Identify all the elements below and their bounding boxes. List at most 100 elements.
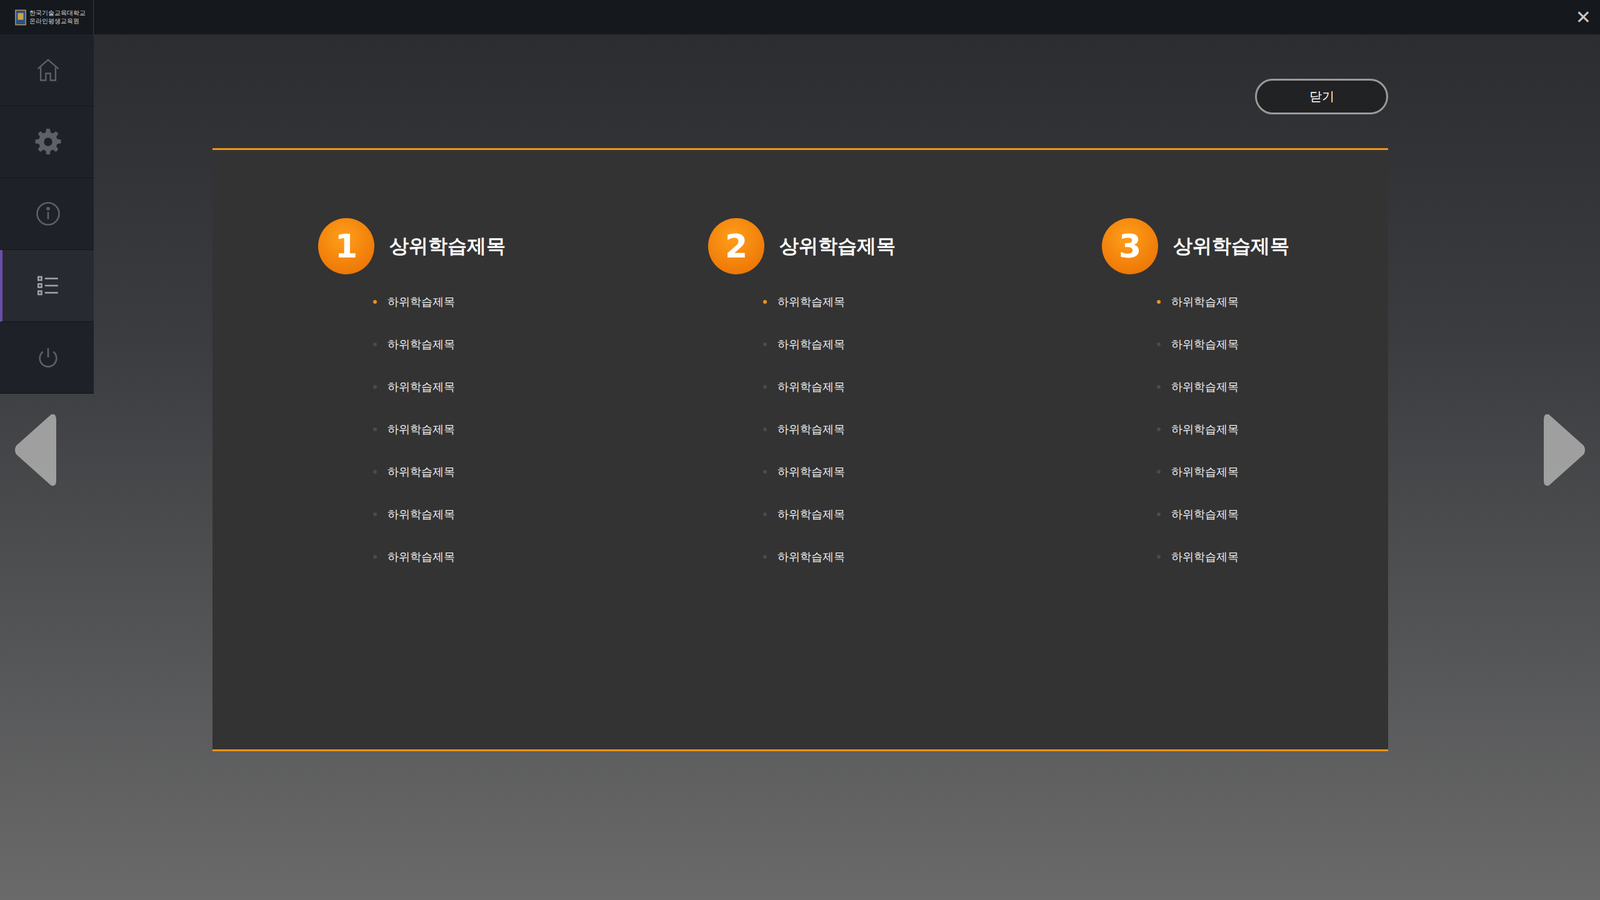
bullet-dot — [373, 300, 377, 304]
lesson-title: 하위학습제목 — [387, 379, 455, 395]
bullet-dot — [763, 427, 767, 432]
bullet-dot — [763, 470, 767, 474]
bullet-dot — [763, 342, 767, 347]
lesson-item[interactable]: 하위학습제목 — [1156, 323, 1389, 366]
lesson-title: 하위학습제목 — [1171, 336, 1239, 352]
section-title: 상위학습제목 — [1173, 233, 1290, 260]
bullet-dot — [1156, 470, 1161, 474]
section-number: 3 — [1101, 218, 1159, 275]
bullet-dot — [763, 300, 767, 304]
lesson-item[interactable]: 하위학습제목 — [1156, 493, 1389, 536]
sidebar-item[interactable] — [0, 178, 94, 250]
contents-area: 닫기 1 상위학습제목 하위학습제목 하위학습제목 하위학습제목 하위학습제목 … — [93, 34, 1600, 900]
section: 1 상위학습제목 하위학습제목 하위학습제목 하위학습제목 하위학습제목 하위학… — [318, 218, 709, 579]
bullet-dot — [1156, 385, 1161, 389]
sidebar-item[interactable] — [0, 106, 94, 179]
bullet-dot — [1156, 555, 1161, 559]
lesson-list: 하위학습제목 하위학습제목 하위학습제목 하위학습제목 하위학습제목 하위학습제… — [1101, 280, 1389, 579]
lesson-item[interactable]: 하위학습제목 — [373, 535, 709, 579]
close-button[interactable]: 닫기 — [1255, 78, 1389, 115]
bullet-dot — [1156, 427, 1161, 432]
logo-line: 온라인평생교육원 — [29, 17, 86, 26]
section-title: 상위학습제목 — [389, 233, 506, 260]
info-icon — [35, 200, 62, 227]
arrow-left-icon — [13, 413, 58, 487]
lesson-title: 하위학습제목 — [387, 464, 455, 480]
lesson-item[interactable]: 하위학습제목 — [763, 408, 1102, 451]
lesson-title: 하위학습제목 — [1171, 379, 1239, 395]
sidebar-item[interactable] — [0, 250, 94, 322]
list-icon — [35, 272, 62, 299]
previous-button[interactable] — [13, 413, 58, 489]
emblem-icon — [15, 9, 27, 26]
section-header[interactable]: 1 상위학습제목 — [318, 218, 709, 275]
viewer-screen: 한국기술교육대학교온라인평생교육원 ✕ 닫기 1 상위학습제목 하위학습제목 하… — [0, 0, 1600, 900]
lesson-title: 하위학습제목 — [777, 464, 845, 480]
bullet-dot — [1156, 300, 1161, 304]
section-title: 상위학습제목 — [779, 233, 896, 260]
home-icon — [34, 56, 62, 84]
lesson-list: 하위학습제목 하위학습제목 하위학습제목 하위학습제목 하위학습제목 하위학습제… — [318, 280, 709, 579]
lesson-item[interactable]: 하위학습제목 — [1156, 450, 1389, 494]
lesson-title: 하위학습제목 — [777, 336, 845, 352]
bullet-dot — [373, 342, 377, 347]
next-button[interactable] — [1542, 413, 1587, 489]
lesson-title: 하위학습제목 — [387, 336, 455, 352]
bullet-dot — [1156, 342, 1161, 347]
section-header[interactable]: 2 상위학습제목 — [708, 218, 1102, 275]
sidebar-item[interactable] — [0, 34, 94, 107]
close-window-button[interactable]: ✕ — [1566, 6, 1600, 29]
lesson-item[interactable]: 하위학습제목 — [1156, 365, 1389, 409]
lesson-title: 하위학습제목 — [1171, 549, 1239, 565]
section: 3 상위학습제목 하위학습제목 하위학습제목 하위학습제목 하위학습제목 하위학… — [1101, 218, 1389, 579]
lesson-item[interactable]: 하위학습제목 — [763, 450, 1102, 494]
lesson-item[interactable]: 하위학습제목 — [1156, 535, 1389, 579]
lesson-item[interactable]: 하위학습제목 — [373, 323, 709, 366]
lesson-title: 하위학습제목 — [1171, 464, 1239, 480]
section: 2 상위학습제목 하위학습제목 하위학습제목 하위학습제목 하위학습제목 하위학… — [708, 218, 1102, 579]
section-header[interactable]: 3 상위학습제목 — [1101, 218, 1389, 275]
contents-panel: 1 상위학습제목 하위학습제목 하위학습제목 하위학습제목 하위학습제목 하위학… — [212, 148, 1389, 752]
sidebar — [0, 34, 94, 394]
lesson-item[interactable]: 하위학습제목 — [373, 450, 709, 494]
lesson-list: 하위학습제목 하위학습제목 하위학습제목 하위학습제목 하위학습제목 하위학습제… — [708, 280, 1102, 579]
bullet-dot — [763, 512, 767, 517]
bullet-dot — [373, 555, 377, 559]
section-number: 2 — [708, 218, 765, 275]
lesson-title: 하위학습제목 — [777, 379, 845, 395]
lesson-title: 하위학습제목 — [387, 549, 455, 565]
lesson-item[interactable]: 하위학습제목 — [763, 323, 1102, 366]
arrow-right-icon — [1542, 413, 1587, 487]
lesson-item[interactable]: 하위학습제목 — [763, 280, 1102, 324]
lesson-item[interactable]: 하위학습제목 — [763, 493, 1102, 536]
bullet-dot — [373, 427, 377, 432]
bullet-dot — [373, 470, 377, 474]
lesson-item[interactable]: 하위학습제목 — [373, 493, 709, 536]
lesson-title: 하위학습제목 — [387, 421, 455, 437]
lesson-item[interactable]: 하위학습제목 — [373, 365, 709, 409]
sidebar-item[interactable] — [0, 321, 94, 394]
bullet-dot — [373, 385, 377, 389]
lesson-title: 하위학습제목 — [777, 294, 845, 310]
lesson-item[interactable]: 하위학습제목 — [1156, 280, 1389, 324]
lesson-title: 하위학습제목 — [1171, 506, 1239, 522]
logo-line: 한국기술교육대학교 — [29, 9, 86, 18]
logo-text: 한국기술교육대학교온라인평생교육원 — [29, 9, 86, 25]
bullet-dot — [763, 385, 767, 389]
lesson-title: 하위학습제목 — [387, 294, 455, 310]
lesson-item[interactable]: 하위학습제목 — [763, 365, 1102, 409]
lesson-title: 하위학습제목 — [777, 421, 845, 437]
lesson-title: 하위학습제목 — [387, 506, 455, 522]
power-icon — [35, 345, 61, 370]
logo[interactable]: 한국기술교육대학교온라인평생교육원 — [0, 0, 94, 35]
lesson-item[interactable]: 하위학습제목 — [373, 408, 709, 451]
lesson-title: 하위학습제목 — [777, 549, 845, 565]
bullet-dot — [1156, 512, 1161, 517]
lesson-item[interactable]: 하위학습제목 — [373, 280, 709, 324]
section-number: 1 — [318, 218, 375, 275]
lesson-item[interactable]: 하위학습제목 — [763, 535, 1102, 579]
lesson-title: 하위학습제목 — [1171, 294, 1239, 310]
lesson-item[interactable]: 하위학습제목 — [1156, 408, 1389, 451]
bullet-dot — [763, 555, 767, 559]
top-bar: 한국기술교육대학교온라인평생교육원 ✕ — [0, 0, 1600, 35]
